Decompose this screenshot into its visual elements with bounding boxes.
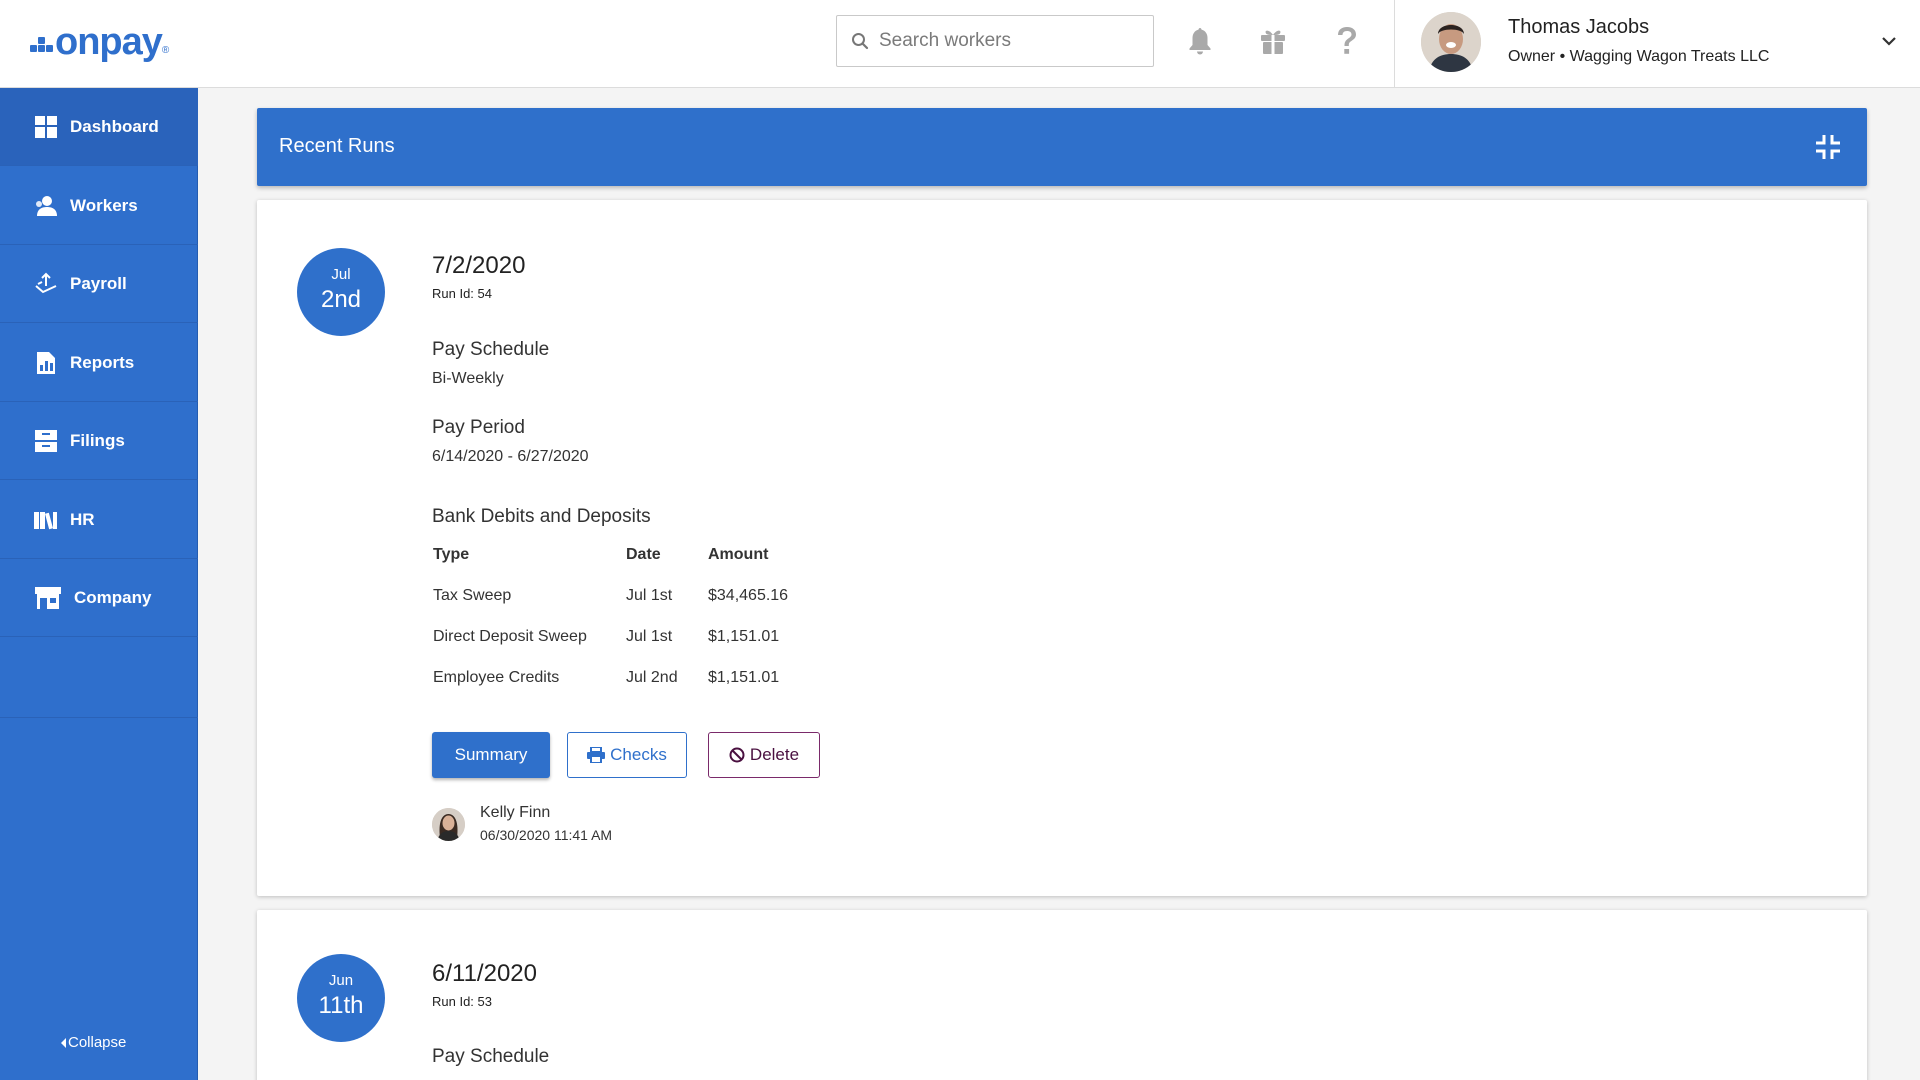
sidebar: Dashboard Workers Payroll Reports Filing… xyxy=(0,88,198,1080)
logo-dots-icon xyxy=(30,32,53,52)
sidebar-item-label: Payroll xyxy=(70,273,127,293)
table-cell-type: Employee Credits xyxy=(433,669,560,686)
run-date-badge: Jul 2nd xyxy=(297,248,385,336)
pay-schedule-label: Pay Schedule xyxy=(432,1046,550,1067)
run-day: 11th xyxy=(318,992,364,1019)
dashboard-icon xyxy=(34,115,58,139)
bank-debits-label: Bank Debits and Deposits xyxy=(432,506,651,527)
sidebar-divider xyxy=(0,717,198,718)
sidebar-item-label: Company xyxy=(74,587,152,607)
pay-period-label: Pay Period xyxy=(432,417,525,438)
sidebar-item-label: HR xyxy=(70,509,95,529)
chevron-down-icon[interactable] xyxy=(1876,28,1902,54)
company-icon xyxy=(34,586,62,610)
pay-schedule-label: Pay Schedule xyxy=(432,339,550,360)
filings-icon xyxy=(34,429,58,453)
collapse-button[interactable]: Collapse xyxy=(60,1034,126,1051)
table-cell-type: Tax Sweep xyxy=(433,587,512,604)
search-input[interactable] xyxy=(879,30,1139,52)
pay-period-value: 6/14/2020 - 6/27/2020 xyxy=(432,448,589,465)
run-id: Run Id: 53 xyxy=(432,994,492,1009)
table-cell-amount: $1,151.01 xyxy=(708,628,780,645)
sidebar-item-payroll[interactable]: Payroll xyxy=(0,245,198,323)
sidebar-item-company[interactable]: Company xyxy=(0,559,198,637)
workers-icon xyxy=(34,194,58,218)
recent-runs-banner: Recent Runs xyxy=(257,108,1867,186)
sidebar-item-label: Workers xyxy=(70,195,138,215)
table-cell-type: Direct Deposit Sweep xyxy=(433,628,587,645)
run-card: Jun 11th 6/11/2020 Run Id: 53 Pay Schedu… xyxy=(257,910,1867,1080)
delete-button-label: Delete xyxy=(749,745,800,764)
sidebar-item-reports[interactable]: Reports xyxy=(0,324,198,402)
column-header-type: Type xyxy=(433,546,470,563)
table-cell-date: Jul 2nd xyxy=(626,669,678,686)
sidebar-item-filings[interactable]: Filings xyxy=(0,402,198,480)
sidebar-item-dashboard[interactable]: Dashboard xyxy=(0,88,198,166)
gift-icon[interactable] xyxy=(1254,22,1292,60)
onpay-logo[interactable]: onpay ® xyxy=(30,20,169,63)
summary-button[interactable]: Summary xyxy=(432,732,550,778)
pay-schedule-value: Bi-Weekly xyxy=(432,370,504,387)
sidebar-item-hr[interactable]: HR xyxy=(0,481,198,559)
collapse-label: Collapse xyxy=(68,1034,127,1051)
hr-icon xyxy=(34,508,58,532)
sidebar-item-label: Dashboard xyxy=(70,116,159,136)
delete-button[interactable]: Delete xyxy=(708,732,820,778)
table-cell-date: Jul 1st xyxy=(626,587,673,604)
sidebar-item-label: Reports xyxy=(70,352,135,372)
banner-title: Recent Runs xyxy=(279,135,395,157)
run-day: 2nd xyxy=(320,286,362,313)
header-divider xyxy=(1394,0,1395,88)
search-icon xyxy=(852,33,869,50)
table-cell-date: Jul 1st xyxy=(626,628,673,645)
run-month: Jul xyxy=(331,266,351,283)
created-timestamp: 06/30/2020 11:41 AM xyxy=(480,827,613,843)
run-date: 6/11/2020 xyxy=(432,960,537,987)
sidebar-item-label: Filings xyxy=(70,430,125,450)
search-box[interactable] xyxy=(836,15,1154,67)
logo-text: onpay xyxy=(55,20,163,63)
chevron-left-icon xyxy=(61,1037,66,1048)
help-icon[interactable] xyxy=(1328,22,1366,60)
run-date: 7/2/2020 xyxy=(432,252,526,279)
sidebar-item-workers[interactable]: Workers xyxy=(0,167,198,245)
payroll-icon xyxy=(34,272,58,296)
run-card: Jul 2nd 7/2/2020 Run Id: 54 Pay Schedule… xyxy=(257,200,1867,896)
run-id: Run Id: 54 xyxy=(432,286,492,301)
creator-avatar xyxy=(432,808,465,841)
column-header-amount: Amount xyxy=(708,546,769,563)
user-role: Owner • Wagging Wagon Treats LLC xyxy=(1508,48,1770,65)
printer-icon xyxy=(587,747,606,763)
column-header-date: Date xyxy=(626,546,661,563)
minimize-icon[interactable] xyxy=(1813,132,1843,162)
reports-icon xyxy=(34,351,58,375)
top-header: onpay ® Search workers Thomas Jacobs Own… xyxy=(0,0,1920,88)
user-avatar[interactable] xyxy=(1421,12,1481,72)
checks-button-label: Checks xyxy=(610,745,667,764)
checks-button[interactable]: Checks xyxy=(567,732,687,778)
ban-icon xyxy=(729,747,745,763)
table-cell-amount: $1,151.01 xyxy=(708,669,780,686)
creator-name: Kelly Finn xyxy=(480,804,551,821)
table-cell-amount: $34,465.16 xyxy=(708,587,789,604)
user-name: Thomas Jacobs xyxy=(1508,16,1650,38)
run-date-badge: Jun 11th xyxy=(297,954,385,1042)
run-month: Jun xyxy=(328,972,354,989)
summary-button-label: Summary xyxy=(454,745,528,764)
bell-icon[interactable] xyxy=(1181,22,1219,60)
